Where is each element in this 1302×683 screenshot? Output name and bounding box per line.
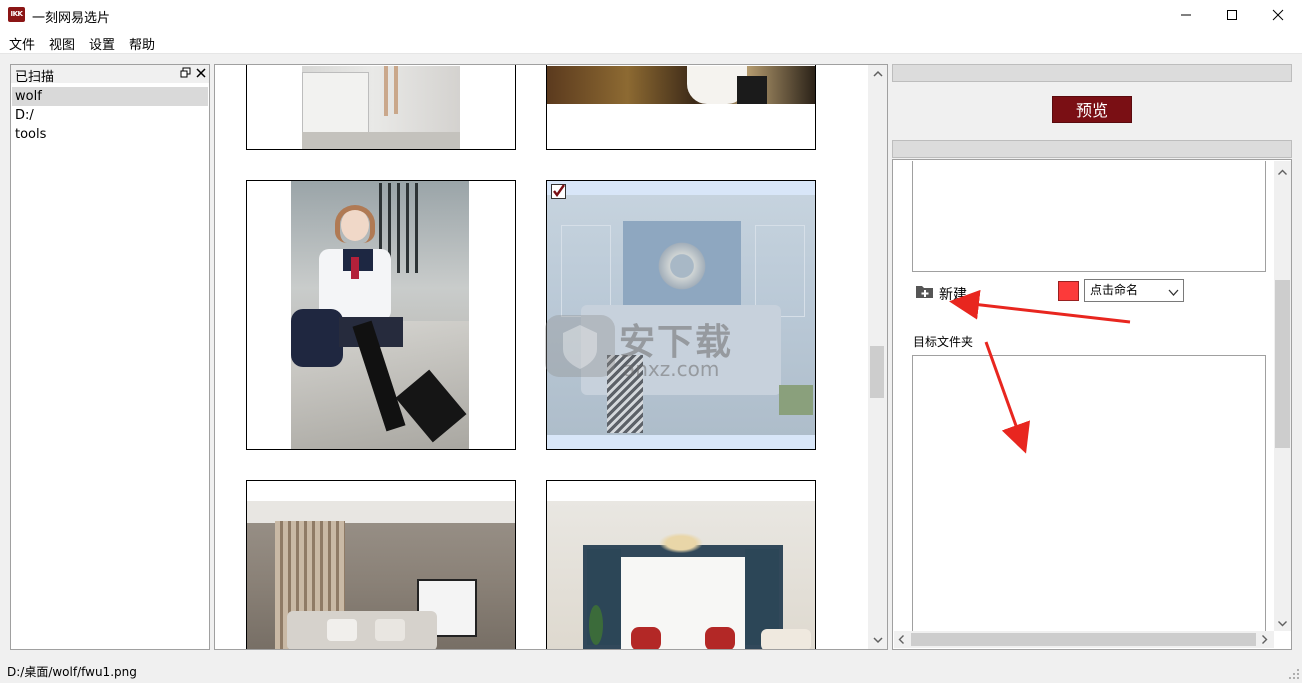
thumbnail-card[interactable] <box>546 480 816 649</box>
select-checkbox[interactable] <box>551 184 566 199</box>
right-section-bar <box>892 140 1292 158</box>
close-panel-icon[interactable] <box>196 67 206 81</box>
watermark-domain: anxz.com <box>623 357 720 381</box>
arrow-to-target <box>984 341 1031 454</box>
scroll-down-icon[interactable] <box>872 634 884 648</box>
title-bar <box>0 0 1302 30</box>
preview-button[interactable]: 预览 <box>1052 96 1132 123</box>
close-button[interactable] <box>1255 0 1301 30</box>
scanned-panel <box>10 64 210 650</box>
annotation-arrows <box>949 289 1131 454</box>
thumbnail-image <box>302 66 460 149</box>
thumbnail-image <box>547 501 815 649</box>
thumbnail-image <box>291 181 469 449</box>
right-scroll-up-icon[interactable] <box>1277 166 1288 180</box>
close-icon <box>1272 9 1284 21</box>
folder-list[interactable] <box>912 161 1266 272</box>
scanned-panel-title: 已扫描 <box>15 70 55 85</box>
watermark-logo <box>545 315 615 377</box>
maximize-button[interactable] <box>1209 0 1255 30</box>
tree-item-d-drive[interactable]: D:/ <box>12 106 208 125</box>
right-header-bar <box>892 64 1292 82</box>
right-scroll-down-icon[interactable] <box>1277 617 1288 631</box>
minimize-icon <box>1181 14 1191 16</box>
menu-bar <box>0 30 1302 54</box>
tree-item-wolf[interactable]: wolf <box>12 87 208 106</box>
thumbnail-card[interactable] <box>246 65 516 150</box>
right-vertical-scrollbar-thumb[interactable] <box>1275 280 1290 448</box>
menu-view[interactable]: 视图 <box>49 34 75 53</box>
chevron-down-icon <box>1168 286 1179 300</box>
checkmark-icon <box>553 184 565 198</box>
window-title: 一刻网易选片 <box>32 11 111 26</box>
resize-grip-icon[interactable] <box>1288 668 1300 683</box>
thumbnail-card[interactable] <box>246 480 516 649</box>
menu-settings[interactable]: 设置 <box>89 34 115 53</box>
grid-scrollbar-thumb[interactable] <box>870 346 884 398</box>
thumbnail-image <box>547 66 815 104</box>
status-path: D:/桌面/wolf/fwu1.png <box>7 665 137 679</box>
menu-help[interactable]: 帮助 <box>129 34 155 53</box>
scroll-left-icon[interactable] <box>897 634 906 648</box>
scroll-right-icon[interactable] <box>1260 634 1269 648</box>
right-horizontal-scrollbar-thumb[interactable] <box>911 633 1256 646</box>
float-panel-icon[interactable] <box>180 67 191 81</box>
shield-icon <box>563 325 597 369</box>
thumbnail-card[interactable] <box>246 180 516 450</box>
app-logo-icon: IKK <box>8 7 25 22</box>
menu-file[interactable]: 文件 <box>9 34 35 53</box>
scroll-up-icon[interactable] <box>872 68 884 82</box>
thumbnail-grid: 安下载 anxz.com <box>214 64 888 650</box>
maximize-icon <box>1227 10 1237 20</box>
tree-item-tools[interactable]: tools <box>12 125 208 144</box>
thumbnail-card[interactable] <box>546 65 816 150</box>
thumbnail-image <box>247 501 515 649</box>
arrow-to-new <box>949 289 1131 324</box>
minimize-button[interactable] <box>1163 0 1209 30</box>
